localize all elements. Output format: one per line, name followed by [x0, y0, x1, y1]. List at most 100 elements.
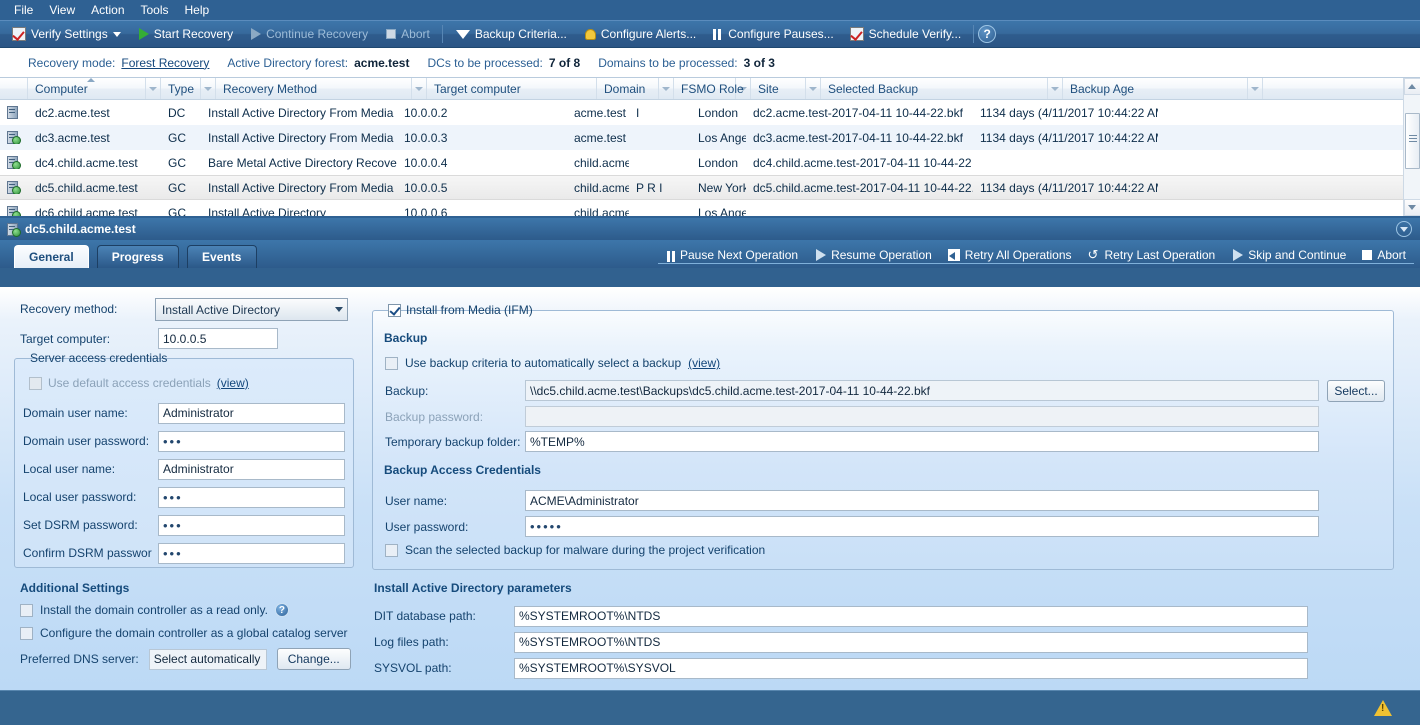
chevron-down-icon[interactable]: [113, 27, 121, 41]
grid-header-domain[interactable]: Domain: [597, 78, 659, 99]
table-row[interactable]: dc6.child.acme.testGCInstall Active Dire…: [0, 200, 1420, 216]
grid-header-type[interactable]: Type: [161, 78, 201, 99]
toolbar-continue-recovery-button[interactable]: Continue Recovery: [241, 23, 376, 45]
grid-header-site[interactable]: Site: [751, 78, 806, 99]
credential-field-label: Confirm DSRM passwor: [23, 546, 158, 560]
tab-events[interactable]: Events: [187, 245, 257, 268]
credential-field-input[interactable]: •••: [158, 543, 345, 564]
server-gc-icon: [7, 156, 18, 169]
grid-header-recovery-method[interactable]: Recovery Method: [216, 78, 412, 99]
global-catalog-checkbox[interactable]: [20, 627, 33, 640]
retry-last-operation-button[interactable]: ↺ Retry Last Operation: [1080, 247, 1224, 264]
credential-field-label: Local user password:: [23, 490, 158, 504]
toolbar-abort-button[interactable]: Abort: [376, 23, 438, 45]
change-dns-button[interactable]: Change...: [277, 648, 351, 670]
verify-checklist-icon: [12, 27, 26, 41]
install-from-media-label: Install from Media (IFM): [406, 303, 533, 317]
scan-backup-checkbox[interactable]: [385, 544, 398, 557]
use-default-credentials-row[interactable]: Use default access credentials (view): [29, 376, 249, 390]
toolbar-schedule-verify-button[interactable]: Schedule Verify...: [842, 23, 970, 45]
scrollbar-thumb[interactable]: [1405, 113, 1420, 169]
credential-field-input[interactable]: •••: [158, 431, 345, 452]
toolbar-configure-pauses-button[interactable]: Configure Pauses...: [704, 23, 841, 45]
recovery-mode-value[interactable]: Forest Recovery: [121, 56, 209, 70]
credential-field-input[interactable]: Administrator: [158, 403, 345, 424]
resume-operation-button[interactable]: Resume Operation: [806, 247, 940, 264]
scan-backup-label: Scan the selected backup for malware dur…: [405, 543, 765, 557]
grid-filter-computer[interactable]: [146, 78, 161, 99]
menu-item-action[interactable]: Action: [83, 0, 132, 20]
read-only-dc-checkbox[interactable]: [20, 604, 33, 617]
pause-next-operation-button[interactable]: Pause Next Operation: [658, 247, 806, 264]
toolbar-configure-alerts-button[interactable]: Configure Alerts...: [575, 23, 704, 45]
backup-password-input[interactable]: [525, 406, 1319, 427]
type-cell: GC: [161, 156, 201, 170]
use-backup-criteria-row[interactable]: Use backup criteria to automatically sel…: [385, 356, 720, 370]
global-catalog-row[interactable]: Configure the domain controller as a glo…: [20, 626, 348, 640]
grid-filter-domain[interactable]: [659, 78, 674, 99]
grid-filter-selected-backup[interactable]: [1048, 78, 1063, 99]
backup-user-password-input[interactable]: •••••: [525, 516, 1319, 537]
grid-header-computer[interactable]: Computer: [28, 78, 146, 99]
recovery-method-combobox[interactable]: Install Active Directory: [155, 298, 348, 321]
table-row[interactable]: dc5.child.acme.testGCInstall Active Dire…: [0, 175, 1420, 200]
menu-item-file[interactable]: File: [6, 0, 41, 20]
info-icon[interactable]: ?: [275, 603, 289, 617]
backup-heading: Backup: [384, 331, 427, 345]
temporary-backup-folder-input[interactable]: %TEMP%: [525, 431, 1319, 452]
backup-user-name-input[interactable]: ACME\Administrator: [525, 490, 1319, 511]
credential-field-input[interactable]: •••: [158, 487, 345, 508]
table-row[interactable]: dc4.child.acme.testGCBare Metal Active D…: [0, 150, 1420, 175]
menu-item-help[interactable]: Help: [177, 0, 218, 20]
skip-and-continue-button[interactable]: Skip and Continue: [1223, 247, 1354, 264]
credential-field-input[interactable]: •••: [158, 515, 345, 536]
install-from-media-checkbox[interactable]: [388, 304, 401, 317]
toolbar-configure-pauses-label: Configure Pauses...: [728, 27, 833, 41]
scroll-down-arrow-icon[interactable]: [1404, 199, 1420, 216]
menu-item-tools[interactable]: Tools: [133, 0, 177, 20]
grid-header-fsmo-role[interactable]: FSMO Role: [674, 78, 736, 99]
sort-ascending-icon: [87, 78, 95, 82]
ifm-title-row[interactable]: Install from Media (IFM): [383, 303, 538, 317]
collapse-chevron-icon[interactable]: [1396, 221, 1412, 237]
grid-header-target-computer[interactable]: Target computer: [427, 78, 597, 99]
ad-parameter-input[interactable]: %SYSTEMROOT%\SYSVOL: [514, 658, 1308, 679]
grid-filter-recovery-method[interactable]: [412, 78, 427, 99]
ad-parameter-input[interactable]: %SYSTEMROOT%\NTDS: [514, 606, 1308, 627]
resume-operation-label: Resume Operation: [831, 248, 932, 262]
warning-triangle-icon[interactable]: [1374, 700, 1392, 716]
view-backup-criteria-link[interactable]: (view): [688, 356, 720, 370]
grid-header-selected-backup[interactable]: Selected Backup: [821, 78, 1048, 99]
backup-path-input[interactable]: \\dc5.child.acme.test\Backups\dc5.child.…: [525, 380, 1319, 401]
toolbar-backup-criteria-button[interactable]: Backup Criteria...: [447, 23, 575, 45]
grid-filter-site[interactable]: [806, 78, 821, 99]
help-icon[interactable]: ?: [978, 25, 996, 43]
grid-vertical-scrollbar[interactable]: [1403, 78, 1420, 216]
select-backup-button[interactable]: Select...: [1327, 380, 1385, 402]
table-row[interactable]: dc2.acme.testDCInstall Active Directory …: [0, 100, 1420, 125]
credential-field-input[interactable]: Administrator: [158, 459, 345, 480]
tab-progress[interactable]: Progress: [97, 245, 179, 268]
grid-filter-type[interactable]: [201, 78, 216, 99]
table-row[interactable]: dc3.acme.testGCInstall Active Directory …: [0, 125, 1420, 150]
scan-backup-row[interactable]: Scan the selected backup for malware dur…: [385, 543, 765, 557]
read-only-dc-row[interactable]: Install the domain controller as a read …: [20, 603, 289, 617]
target-computer-input[interactable]: 10.0.0.5: [158, 328, 278, 349]
server-access-credentials-title: Server access credentials: [25, 351, 172, 365]
ad-parameter-input[interactable]: %SYSTEMROOT%\NTDS: [514, 632, 1308, 653]
retry-all-operations-button[interactable]: Retry All Operations: [940, 247, 1080, 264]
detail-abort-button[interactable]: Abort: [1354, 247, 1414, 264]
menu-item-view[interactable]: View: [41, 0, 83, 20]
toolbar-verify-settings-button[interactable]: Verify Settings: [4, 23, 129, 45]
view-default-credentials-link[interactable]: (view): [217, 376, 249, 390]
use-backup-criteria-checkbox[interactable]: [385, 357, 398, 370]
credential-field-label: Domain user name:: [23, 406, 158, 420]
use-default-credentials-checkbox[interactable]: [29, 377, 42, 390]
grid-filter-backup-age[interactable]: [1248, 78, 1263, 99]
toolbar-start-recovery-button[interactable]: Start Recovery: [129, 23, 241, 45]
tab-general[interactable]: General: [14, 245, 89, 268]
general-tab-panel: Recovery method: Install Active Director…: [0, 287, 1420, 690]
scroll-up-arrow-icon[interactable]: [1404, 78, 1420, 95]
grid-header-backup-age[interactable]: Backup Age: [1063, 78, 1248, 99]
main-toolbar: Verify Settings Start Recovery Continue …: [0, 20, 1420, 48]
